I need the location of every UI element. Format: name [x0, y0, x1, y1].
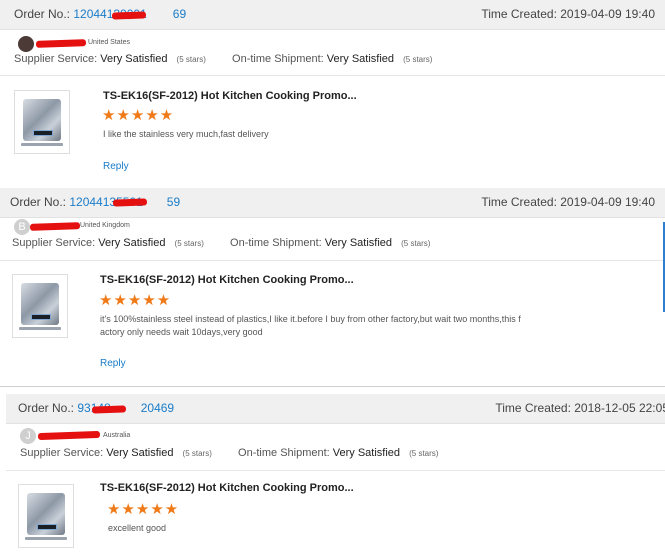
time-created: Time Created: 2019-04-09 19:40	[481, 195, 655, 209]
divider	[0, 260, 665, 261]
reply-link[interactable]: Reply	[103, 161, 129, 172]
reply-link[interactable]: Reply	[100, 358, 126, 369]
order-header: Order No.: 12044139001 69 Time Created: 2…	[0, 0, 665, 30]
redaction-mark	[111, 11, 147, 20]
shipment-rating-value: Very Satisfied	[332, 447, 401, 459]
divider	[0, 75, 665, 76]
supplier-rating-value: Very Satisfied	[98, 237, 166, 249]
shipment-rating-value: Very Satisfied	[326, 53, 395, 65]
shipment-rating-value: Very Satisfied	[324, 237, 393, 249]
review-stars: ★★★★★	[102, 107, 175, 124]
redaction-mark	[29, 222, 81, 231]
review-comment-continued: actory only needs wait 10days,very good	[100, 327, 263, 337]
review-stars: ★★★★★	[107, 501, 180, 518]
supplier-rating-value: Very Satisfied	[106, 447, 174, 459]
time-created: Time Created: 2019-04-09 19:40	[481, 7, 655, 21]
redaction-mark	[35, 39, 87, 48]
order-number: Order No.: 12044139001 69	[14, 0, 186, 29]
buyer-country: United Kingdom	[80, 222, 130, 229]
order-label: Order No.:	[18, 401, 75, 415]
review-card: Order No.: 9314820469 Time Created: 2018…	[0, 386, 665, 559]
review-comment: excellent good	[108, 523, 167, 533]
order-label: Order No.:	[14, 7, 71, 21]
kitchen-scale-image	[21, 283, 59, 325]
rating-summary: Supplier Service: Very Satisfied (5 star…	[12, 237, 431, 249]
avatar: J	[20, 428, 36, 444]
review-stars: ★★★★★	[99, 292, 172, 309]
review-comment: it's 100%stainless steel instead of plas…	[100, 314, 521, 324]
buyer-country: Australia	[103, 432, 131, 439]
redaction-mark	[112, 198, 148, 207]
product-thumbnail[interactable]	[14, 90, 70, 154]
review-card: Order No.: 12044139001 69 Time Created: 2…	[0, 0, 665, 188]
product-title[interactable]: TS-EK16(SF-2012) Hot Kitchen Cooking Pro…	[100, 482, 354, 494]
avatar: B	[14, 219, 30, 235]
buyer-country: United States	[88, 39, 131, 46]
product-title[interactable]: TS-EK16(SF-2012) Hot Kitchen Cooking Pro…	[100, 274, 354, 286]
product-thumbnail[interactable]	[12, 274, 68, 338]
divider	[6, 470, 665, 471]
redaction-mark	[37, 430, 101, 441]
time-created: Time Created: 2018-12-05 22:05	[495, 401, 665, 415]
kitchen-scale-image	[23, 99, 61, 141]
order-header: Order No.: 12044135501 59 Time Created: 2…	[0, 188, 665, 218]
avatar	[18, 36, 34, 52]
kitchen-scale-image	[27, 493, 65, 535]
supplier-rating-value: Very Satisfied	[100, 53, 168, 65]
order-label: Order No.:	[10, 195, 67, 209]
order-number: Order No.: 12044135501 59	[10, 188, 180, 217]
product-title[interactable]: TS-EK16(SF-2012) Hot Kitchen Cooking Pro…	[103, 90, 357, 102]
redaction-mark	[91, 405, 127, 414]
product-thumbnail[interactable]	[18, 484, 74, 548]
review-card: Order No.: 12044135501 59 Time Created: 2…	[0, 188, 665, 387]
review-comment: I like the stainless very much,fast deli…	[103, 129, 269, 139]
rating-summary: Supplier Service: Very Satisfied (5 star…	[20, 447, 439, 459]
order-header: Order No.: 9314820469 Time Created: 2018…	[6, 394, 665, 424]
rating-summary: Supplier Service: Very Satisfied (5 star…	[14, 53, 433, 65]
